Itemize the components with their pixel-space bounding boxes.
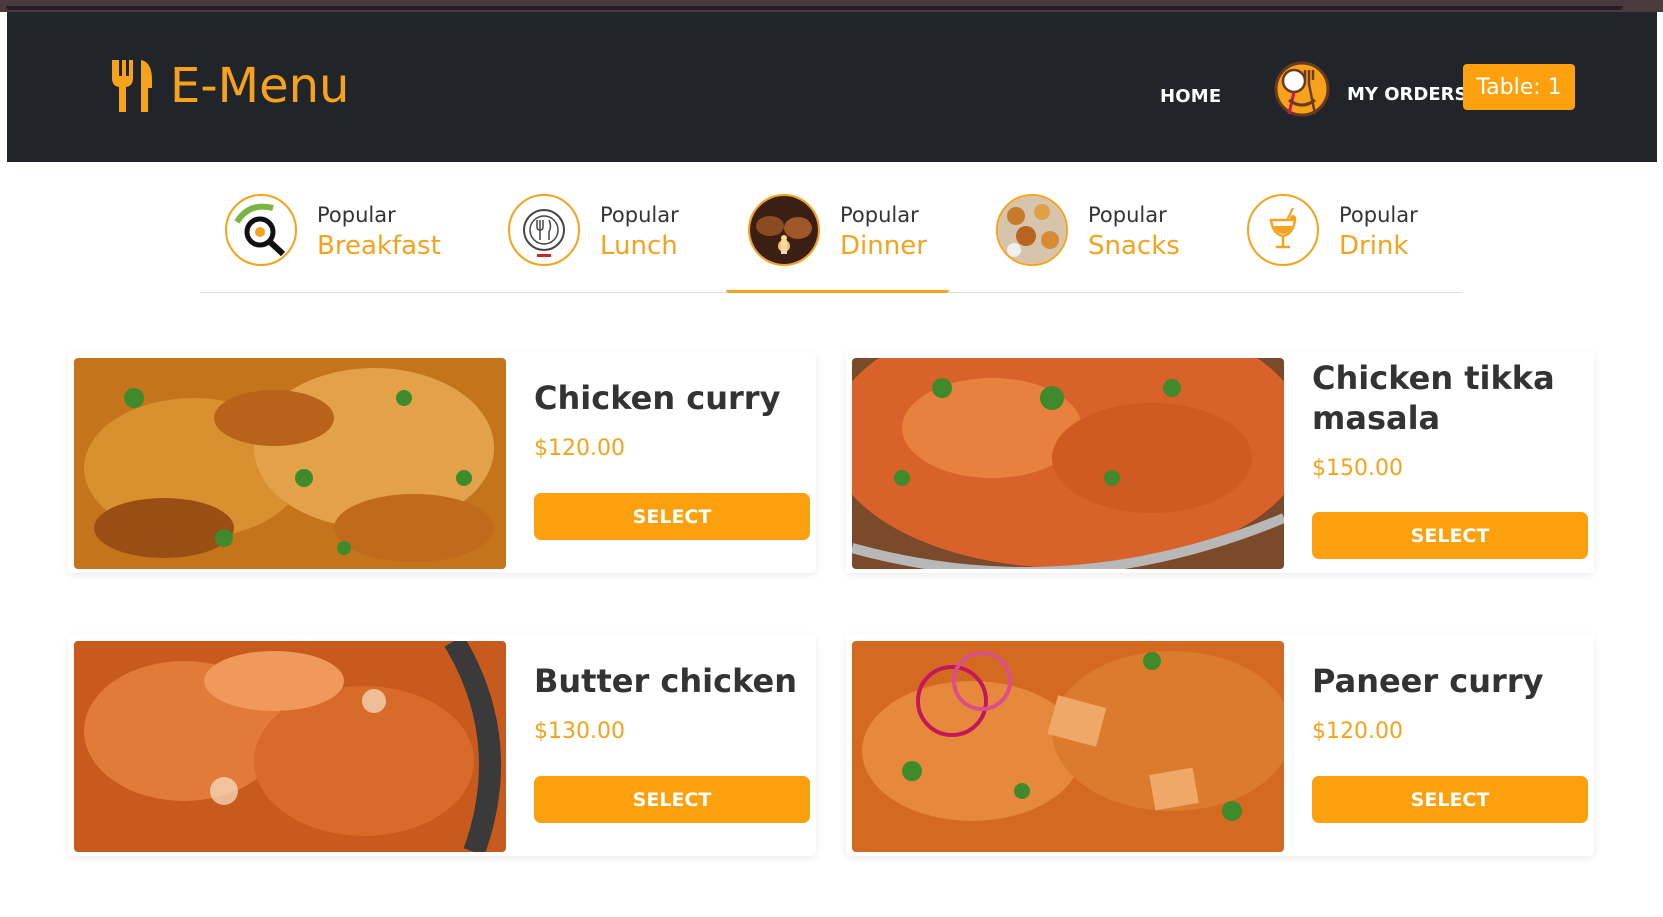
- tab-lunch-label: Lunch: [600, 231, 678, 261]
- tab-drink[interactable]: Popular Drink: [1247, 190, 1418, 290]
- tab-drink-subtitle: Popular: [1339, 203, 1418, 227]
- chicken-curry-photo: [74, 358, 506, 569]
- select-button[interactable]: SELECT: [1312, 512, 1588, 559]
- select-button[interactable]: SELECT: [534, 776, 810, 823]
- select-button[interactable]: SELECT: [1312, 776, 1588, 823]
- tab-dinner-label: Dinner: [840, 231, 927, 261]
- item-name: Butter chicken: [534, 662, 797, 700]
- item-price: $150.00: [1312, 456, 1403, 481]
- tab-snacks-label: Snacks: [1088, 231, 1180, 261]
- tab-breakfast-subtitle: Popular: [317, 203, 396, 227]
- tab-drink-label: Drink: [1339, 231, 1409, 261]
- tab-breakfast-label: Breakfast: [317, 231, 441, 261]
- select-button[interactable]: SELECT: [534, 493, 810, 540]
- tab-lunch-subtitle: Popular: [600, 203, 679, 227]
- tab-dinner[interactable]: Popular Dinner: [726, 190, 949, 293]
- tab-dinner-subtitle: Popular: [840, 203, 919, 227]
- butter-chicken-photo: [74, 641, 506, 852]
- drink-icon: [1247, 194, 1319, 266]
- nav-my-orders-link[interactable]: MY ORDERS: [1347, 84, 1467, 105]
- nav-home-link[interactable]: HOME: [1160, 86, 1221, 107]
- table-button[interactable]: Table: 1: [1463, 64, 1575, 110]
- orders-mascot-icon[interactable]: [1269, 56, 1335, 122]
- breakfast-icon: [225, 194, 297, 266]
- tab-snacks[interactable]: Popular Snacks: [996, 190, 1180, 290]
- tab-lunch[interactable]: Popular Lunch: [508, 190, 679, 290]
- navbar: E-Menu HOME MY ORDERS Table: 1: [7, 12, 1657, 162]
- paneer-curry-photo: [852, 641, 1284, 852]
- browser-top-strip: [0, 0, 1663, 12]
- item-price: $120.00: [1312, 719, 1403, 744]
- item-name: Chicken tikka masala: [1312, 359, 1555, 437]
- tab-breakfast[interactable]: Popular Breakfast: [225, 190, 441, 290]
- item-price: $120.00: [534, 436, 625, 461]
- brand[interactable]: E-Menu: [108, 56, 349, 116]
- fork-knife-icon: [112, 60, 152, 112]
- lunch-plate-icon: [508, 194, 580, 266]
- menu-item-card: Chicken tikka masala $150.00 SELECT: [846, 352, 1594, 573]
- item-price: $130.00: [534, 719, 625, 744]
- tab-snacks-subtitle: Popular: [1088, 203, 1167, 227]
- item-name: Chicken curry: [534, 379, 781, 417]
- category-tabs: Popular Breakfast Popular Lunch Popular …: [200, 190, 1462, 293]
- item-name: Paneer curry: [1312, 662, 1544, 700]
- snacks-photo: [996, 194, 1068, 266]
- chicken-tikka-masala-photo: [852, 358, 1284, 569]
- brand-name: E-Menu: [170, 58, 350, 114]
- menu-item-card: Paneer curry $120.00 SELECT: [846, 635, 1594, 856]
- menu-item-card: Butter chicken $130.00 SELECT: [68, 635, 816, 856]
- menu-item-card: Chicken curry $120.00 SELECT: [68, 352, 816, 573]
- dinner-photo: [748, 194, 820, 266]
